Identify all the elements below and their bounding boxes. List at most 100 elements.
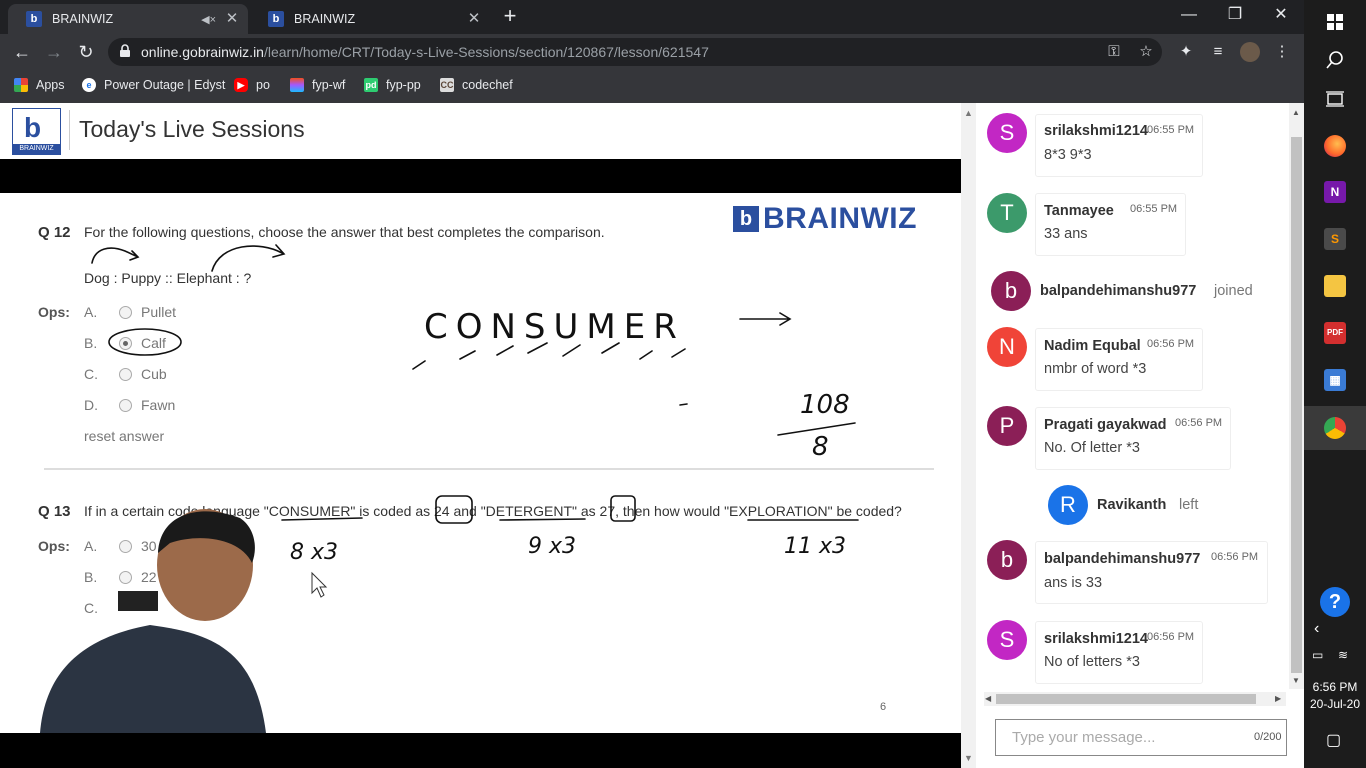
scroll-down-arrow-icon[interactable]: ▼ (964, 753, 973, 763)
chat-scroll-up-icon[interactable]: ▲ (1292, 108, 1300, 117)
chat-text: 8*3 9*3 (1044, 147, 1092, 163)
brainwiz-logo[interactable]: b BRAINWIZ (12, 108, 61, 155)
chat-username: srilakshmi1214 (1044, 123, 1148, 139)
brainwiz-favicon: b (26, 11, 42, 27)
annotation-consumer: CONSUMER (424, 307, 685, 347)
chrome-taskbar-item[interactable] (1304, 406, 1366, 450)
chat-status-username: Ravikanth (1097, 497, 1167, 513)
codechef-icon: CC (440, 78, 454, 92)
clock-time: 6:56 PM (1312, 680, 1358, 694)
close-tab-icon[interactable]: ✕ (224, 11, 240, 27)
taskbar-clock[interactable]: 6:56 PM 20-Jul-20 (1304, 679, 1366, 713)
cursor-icon (311, 571, 328, 598)
kebab-menu-icon[interactable]: ⋮ (1272, 42, 1292, 62)
firefox-taskbar-item[interactable] (1304, 124, 1366, 168)
notifications-icon[interactable]: ▢ (1326, 730, 1341, 750)
media-queue-icon[interactable]: ≡ (1208, 42, 1228, 62)
bookmark-codechef[interactable]: CC codechef (440, 76, 513, 94)
video-slide: b BRAINWIZ Q 12 For the following questi… (0, 193, 961, 733)
search-button[interactable] (1304, 38, 1366, 82)
chat-username: Tanmayee (1044, 203, 1114, 219)
close-window-button[interactable]: ✕ (1258, 0, 1304, 32)
chevron-left-icon[interactable]: ‹ (1314, 620, 1319, 638)
onenote-taskbar-item[interactable]: N (1304, 170, 1366, 214)
calculator-taskbar-item[interactable]: ▦ (1304, 358, 1366, 402)
close-tab-icon[interactable]: ✕ (466, 11, 482, 27)
speaker-muted-icon[interactable]: ◀× (201, 13, 216, 26)
extensions-puzzle-icon[interactable]: ✦ (1176, 42, 1196, 62)
page-scrollbar[interactable]: ▲ ▼ (961, 103, 976, 768)
search-icon (1326, 51, 1343, 69)
chat-time: 06:55 PM (1147, 124, 1195, 136)
annotation-fraction-top: 108 (800, 390, 850, 420)
page-title: Today's Live Sessions (79, 116, 305, 142)
bookmark-label: po (256, 78, 270, 92)
bookmark-label: Power Outage | Edyst (104, 78, 226, 92)
chat-horizontal-scrollbar-thumb[interactable] (996, 694, 1256, 704)
sublime-taskbar-item[interactable]: S (1304, 217, 1366, 261)
minimize-button[interactable]: — (1166, 0, 1212, 32)
avatar: b (987, 540, 1027, 580)
bookmark-edyst[interactable]: e Power Outage | Edyst (82, 76, 225, 94)
bookmark-fyp-pp[interactable]: pd fyp-pp (364, 76, 421, 94)
bookmark-label: fyp-pp (386, 78, 421, 92)
folder-icon (1324, 275, 1346, 297)
chat-text: nmbr of word *3 (1044, 361, 1147, 377)
chat-text: No. Of letter *3 (1044, 440, 1140, 456)
header-divider (69, 110, 70, 150)
annotation-calc-1: 8 x3 (290, 540, 338, 565)
chat-scroll-down-icon[interactable]: ▼ (1292, 676, 1300, 685)
avatar: N (987, 327, 1027, 367)
pdf-reader-taskbar-item[interactable]: PDF (1304, 311, 1366, 355)
avatar: T (987, 193, 1027, 233)
scroll-up-arrow-icon[interactable]: ▲ (964, 108, 973, 118)
handwritten-annotations: CONSUMER 108 8 8 x3 9 x3 11 x3 (40, 244, 859, 733)
chat-time: 06:55 PM (1130, 203, 1178, 215)
battery-icon[interactable]: ▭ (1312, 648, 1323, 662)
avatar: S (987, 620, 1027, 660)
scroll-left-arrow-icon[interactable]: ◀ (985, 694, 991, 703)
clock-date: 20-Jul-20 (1309, 697, 1361, 711)
task-view-button[interactable] (1304, 77, 1366, 121)
browser-tab-2[interactable]: b BRAINWIZ ✕ (250, 4, 490, 34)
pd-icon: pd (364, 78, 378, 92)
pdf-icon: PDF (1324, 322, 1346, 344)
bookmark-apps[interactable]: Apps (14, 76, 65, 94)
chat-text: ans is 33 (1044, 575, 1103, 591)
reload-icon[interactable]: ↻ (74, 40, 98, 64)
forward-arrow-icon[interactable]: → (42, 40, 66, 64)
tab-title: BRAINWIZ (294, 12, 356, 26)
chat-time: 06:56 PM (1175, 417, 1223, 429)
back-arrow-icon[interactable]: ← (10, 40, 34, 64)
calculator-icon: ▦ (1324, 369, 1346, 391)
url-text: online.gobrainwiz.in/learn/home/CRT/Toda… (141, 44, 709, 60)
chat-status-text: left (1179, 497, 1199, 513)
avatar: P (987, 406, 1027, 446)
chat-text: 33 ans (1044, 226, 1088, 242)
brainwiz-favicon: b (268, 11, 284, 27)
annotation-calc-2: 9 x3 (528, 534, 576, 559)
restore-button[interactable]: ❐ (1212, 0, 1258, 32)
help-button[interactable]: ? (1304, 580, 1366, 624)
task-view-icon (1326, 91, 1344, 107)
chat-char-count: 0/200 (1254, 731, 1282, 743)
chat-text: No of letters *3 (1044, 654, 1140, 670)
wifi-icon[interactable]: ≋ (1338, 648, 1348, 662)
new-tab-button[interactable]: + (498, 5, 522, 29)
key-icon[interactable]: ⚿ (1104, 42, 1124, 62)
bookmark-fyp-wf[interactable]: fyp-wf (290, 76, 345, 94)
bookmark-label: codechef (462, 78, 513, 92)
edyst-icon: e (82, 78, 96, 92)
bookmark-po[interactable]: ▶ po (234, 76, 270, 94)
chrome-icon (1324, 417, 1346, 439)
profile-avatar[interactable] (1240, 42, 1260, 62)
chat-username: balpandehimanshu977 (1044, 551, 1201, 567)
bookmark-star-icon[interactable]: ☆ (1136, 42, 1156, 62)
chat-username: srilakshmi1214 (1044, 631, 1148, 647)
browser-tab-1[interactable]: b BRAINWIZ ◀× ✕ (8, 4, 248, 34)
file-explorer-taskbar-item[interactable] (1304, 264, 1366, 308)
chat-scrollbar-thumb[interactable] (1291, 137, 1302, 673)
scroll-right-arrow-icon[interactable]: ▶ (1275, 694, 1281, 703)
annotation-calc-3: 11 x3 (784, 534, 846, 559)
lock-icon (120, 44, 130, 57)
